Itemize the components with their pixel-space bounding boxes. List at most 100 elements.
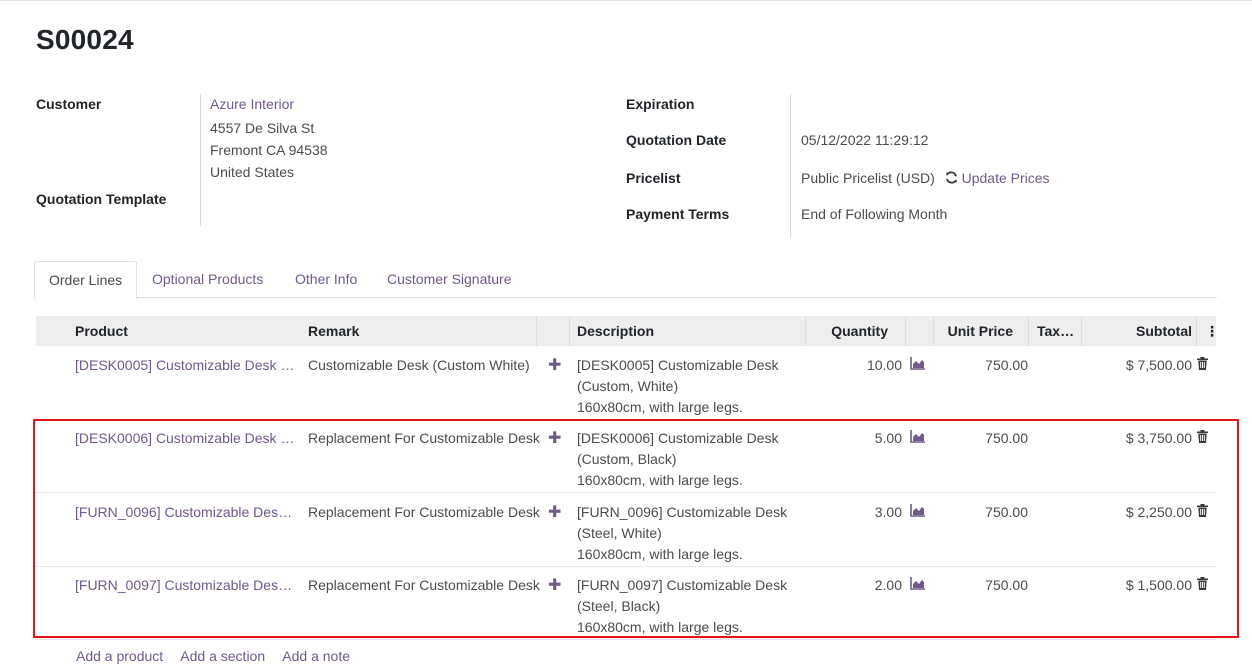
column-divider [1081,316,1082,346]
column-header-quantity[interactable]: Quantity [812,316,888,346]
description-line: (Custom, White) [577,378,679,394]
add-section-link[interactable]: Add a section [180,648,265,664]
update-prices-label: Update Prices [961,170,1050,186]
description-line: [DESK0005] Customizable Desk [577,357,779,373]
description-line: 160x80cm, with large legs. [577,546,743,562]
plus-icon[interactable]: ✚ [548,502,564,523]
page-title: S00024 [36,24,134,55]
column-header-subtotal[interactable]: Subtotal [1096,316,1192,346]
row-product[interactable]: [DESK0006] Customizable Desk (Custom, Bl… [75,428,297,449]
column-divider [536,316,537,346]
field-separator-right [790,94,791,238]
tab-order-lines[interactable]: Order Lines [34,261,138,299]
column-divider [1196,316,1197,346]
pricelist-field[interactable]: Public Pricelist (USD) Update Prices [801,170,1050,186]
column-header-taxes[interactable]: Tax… [1037,316,1077,346]
payment-terms-value[interactable]: End of Following Month [801,206,947,222]
row-remark[interactable]: Customizable Desk (Custom White) [308,355,540,376]
row-description[interactable]: [DESK0005] Customizable Desk (Custom, Wh… [577,355,807,418]
row-product[interactable]: [FURN_0097] Customizable Desk (Steel, Bl… [75,575,297,596]
row-remark[interactable]: Replacement For Customizable Desk [308,502,540,523]
area-chart-icon[interactable] [910,502,926,523]
quotation-date-label: Quotation Date [626,132,727,148]
table-row[interactable]: [DESK0006] Customizable Desk (Custom, Bl… [36,420,1216,493]
row-subtotal: $ 7,500.00 [1125,357,1192,373]
optional-columns-toggle[interactable]: ⋮ [1205,316,1215,346]
row-unit-price[interactable]: 750.00 [931,502,1028,523]
column-divider [569,316,570,346]
tab-customer-signature[interactable]: Customer Signature [387,261,512,297]
trash-icon[interactable] [1197,355,1211,376]
row-description[interactable]: [FURN_0097] Customizable Desk (Steel, Bl… [577,575,807,638]
description-line: [FURN_0096] Customizable Desk [577,504,788,520]
add-note-link[interactable]: Add a note [282,648,350,664]
area-chart-icon[interactable] [910,355,926,376]
column-divider [805,316,806,346]
description-line: 160x80cm, with large legs. [577,399,743,415]
payment-terms-label: Payment Terms [626,206,730,222]
trash-icon[interactable] [1197,502,1211,523]
field-separator-left [200,94,201,226]
row-quantity[interactable]: 5.00 [816,428,902,449]
customer-address-line2: Fremont CA 94538 [210,142,328,158]
tab-other-info[interactable]: Other Info [295,261,357,297]
customer-address-line3: United States [210,164,295,180]
area-chart-icon[interactable] [910,575,926,596]
description-line: (Steel, Black) [577,598,661,614]
description-line: [FURN_0097] Customizable Desk [577,577,788,593]
row-quantity[interactable]: 2.00 [816,575,902,596]
description-line: 160x80cm, with large legs. [577,472,743,488]
refresh-icon [945,171,957,184]
customer-link[interactable]: Azure Interior [210,96,294,112]
column-divider [905,316,906,346]
tab-optional-products[interactable]: Optional Products [152,261,263,297]
quotation-template-field[interactable] [210,186,510,216]
column-header-description[interactable]: Description [577,316,797,346]
row-description[interactable]: [FURN_0096] Customizable Desk (Steel, Wh… [577,502,807,565]
column-header-remark[interactable]: Remark [308,316,528,346]
row-subtotal: $ 1,500.00 [1125,577,1192,593]
trash-icon[interactable] [1197,575,1211,596]
row-quantity[interactable]: 10.00 [816,355,902,376]
plus-icon[interactable]: ✚ [548,575,564,596]
update-prices-button[interactable]: Update Prices [945,170,1050,186]
table-row[interactable]: [DESK0005] Customizable Desk (Custom, Wh… [36,347,1216,420]
plus-icon[interactable]: ✚ [548,355,564,376]
expiration-field[interactable] [800,92,1100,118]
row-remark[interactable]: Replacement For Customizable Desk [308,428,540,449]
column-header-product[interactable]: Product [75,316,295,346]
expiration-label: Expiration [626,96,695,112]
row-subtotal: $ 3,750.00 [1125,430,1192,446]
plus-icon[interactable]: ✚ [548,428,564,449]
top-border [0,0,1252,1]
customer-address-line1: 4557 De Silva St [210,120,315,136]
column-divider [1028,316,1029,346]
table-row[interactable]: [FURN_0097] Customizable Desk (Steel, Bl… [36,567,1216,640]
description-line: [DESK0006] Customizable Desk [577,430,779,446]
description-line: (Steel, White) [577,525,662,541]
row-remark[interactable]: Replacement For Customizable Desk [308,575,540,596]
row-unit-price[interactable]: 750.00 [931,428,1028,449]
description-line: 160x80cm, with large legs. [577,619,743,635]
table-row[interactable]: [FURN_0096] Customizable Desk (Steel, Wh… [36,494,1216,567]
customer-label: Customer [36,96,102,112]
row-product[interactable]: [FURN_0096] Customizable Desk (Steel, Wh… [75,502,297,523]
row-unit-price[interactable]: 750.00 [931,575,1028,596]
row-product[interactable]: [DESK0005] Customizable Desk (Custom, Wh… [75,355,297,376]
row-unit-price[interactable]: 750.00 [931,355,1028,376]
row-subtotal: $ 2,250.00 [1125,504,1192,520]
notebook-tabs: Order Lines Optional Products Other Info… [34,261,1217,299]
quotation-template-label: Quotation Template [36,191,167,207]
trash-icon[interactable] [1197,428,1211,449]
row-quantity[interactable]: 3.00 [816,502,902,523]
quotation-date-value[interactable]: 05/12/2022 11:29:12 [801,132,928,148]
add-line-links: Add a product Add a section Add a note [76,648,364,664]
add-product-link[interactable]: Add a product [76,648,163,664]
pricelist-value: Public Pricelist (USD) [801,170,935,186]
column-header-unit-price[interactable]: Unit Price [932,316,1013,346]
pricelist-label: Pricelist [626,170,681,186]
description-line: (Custom, Black) [577,451,677,467]
table-header: Product Remark Description Quantity Unit… [36,316,1216,346]
row-description[interactable]: [DESK0006] Customizable Desk (Custom, Bl… [577,428,807,491]
area-chart-icon[interactable] [910,428,926,449]
